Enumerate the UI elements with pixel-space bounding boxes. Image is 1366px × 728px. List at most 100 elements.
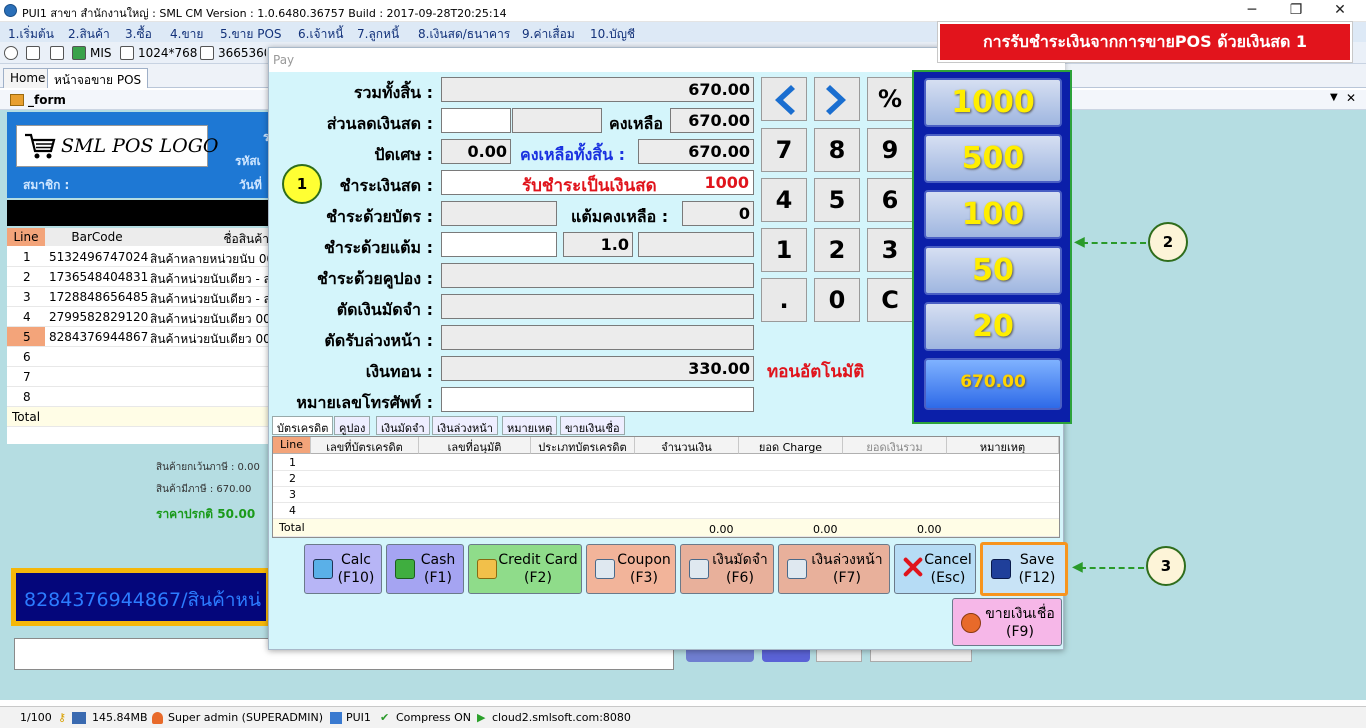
save-button[interactable]: Save (F12) [980, 542, 1068, 596]
grid-row[interactable]: 3 [273, 487, 1059, 503]
arrow-head-icon: ◀ [1072, 559, 1083, 575]
document-icon[interactable] [200, 46, 214, 60]
keypad-dot[interactable]: . [761, 278, 807, 322]
mis-label[interactable]: MIS [90, 46, 112, 60]
deposit-button[interactable]: เงินมัดจำ (F6) [680, 544, 774, 594]
keypad-4[interactable]: 4 [761, 178, 807, 222]
calculator-icon[interactable] [50, 46, 64, 60]
keypad-8[interactable]: 8 [814, 128, 860, 172]
grid-header-total: ยอดเงินรวม [843, 437, 947, 454]
keypad-right-arrow[interactable] [814, 77, 860, 121]
ticker-text: 8284376944867/สินค้าหน่ [16, 573, 266, 621]
tab-credit-sale[interactable]: ขายเงินเชื่อ [560, 416, 625, 435]
tab-home[interactable]: Home [3, 68, 53, 88]
coupon-payment-label: ชำระด้วยคูปอง : [316, 269, 433, 288]
credit-card-button[interactable]: Credit Card (F2) [468, 544, 582, 594]
table-row[interactable]: 4 2799582829120 สินค้าหน่วยนับเดียว 001 [7, 307, 269, 327]
clock-icon[interactable] [4, 46, 18, 60]
credit-sale-button[interactable]: ขายเงินเชื่อ (F9) [952, 598, 1062, 646]
card-payment-field [441, 201, 557, 226]
save-button-key: (F12) [1018, 570, 1056, 586]
tab-deposit[interactable]: เงินมัดจำ [376, 416, 430, 435]
advance-button-label: เงินล่วงหน้า [811, 552, 883, 568]
close-button[interactable]: ✕ [1318, 0, 1362, 22]
cash-button[interactable]: Cash (F1) [386, 544, 464, 594]
exact-amount-button[interactable]: 670.00 [924, 358, 1062, 410]
calc-button-key: (F10) [337, 570, 375, 586]
cash-button-label: Cash [420, 552, 456, 568]
row-line: 6 [23, 350, 31, 364]
form-dropdown-icon[interactable]: ▼ [1330, 92, 1338, 103]
rounding-label: ปัดเศษ : [374, 145, 433, 164]
note-50-button[interactable]: 50 [924, 246, 1062, 295]
keypad-6[interactable]: 6 [867, 178, 913, 222]
status-branch: PUI1 [346, 711, 371, 724]
keypad-left-arrow[interactable] [761, 77, 807, 121]
grid-row[interactable]: 4 [273, 503, 1059, 519]
calc-button[interactable]: Calc (F10) [304, 544, 382, 594]
keypad-5[interactable]: 5 [814, 178, 860, 222]
grid-header-card-type: ประเภทบัตรเครดิต [531, 437, 635, 454]
advance-button[interactable]: เงินล่วงหน้า (F7) [778, 544, 890, 594]
grid-total-charge: 0.00 [813, 523, 838, 536]
form-close-icon[interactable]: ✕ [1346, 91, 1356, 105]
keypad-2[interactable]: 2 [814, 228, 860, 272]
coupon-button[interactable]: Coupon (F3) [586, 544, 676, 594]
picture-icon[interactable] [120, 46, 134, 60]
deposit-button-label: เงินมัดจำ [712, 552, 768, 568]
table-row[interactable]: 6 [7, 347, 269, 367]
change-label: เงินทอน : [365, 362, 433, 381]
keypad-1[interactable]: 1 [761, 228, 807, 272]
points-left-field: 0 [682, 201, 754, 226]
note-1000-button[interactable]: 1000 [924, 78, 1062, 127]
grid-header-remark: หมายเหตุ [947, 437, 1059, 454]
mis-icon[interactable] [72, 46, 86, 60]
resolution-label[interactable]: 1024*768 [138, 46, 197, 60]
table-row[interactable]: 8 [7, 387, 269, 407]
status-memory: 145.84MB [92, 711, 148, 724]
table-row[interactable]: 7 [7, 367, 269, 387]
grid-row[interactable]: 1 [273, 455, 1059, 471]
credit-card-button-label: Credit Card [498, 552, 578, 568]
total-field: 670.00 [441, 77, 754, 102]
branch-icon [330, 712, 342, 724]
keypad-clear[interactable]: C [867, 278, 913, 322]
hidden-button [816, 648, 862, 662]
window-icon[interactable] [26, 46, 40, 60]
points-input[interactable] [441, 232, 557, 257]
table-row[interactable]: 1 5132496747024 สินค้าหลายหน่วยนับ 001 [7, 247, 269, 267]
cash-input[interactable]: รับชำระเป็นเงินสด 1000 [441, 170, 754, 195]
remain-label: คงเหลือ : [609, 114, 675, 133]
note-100-button[interactable]: 100 [924, 190, 1062, 239]
tab-credit-card[interactable]: บัตรเครดิต [272, 416, 334, 435]
table-row[interactable]: 3 1728848656485 สินค้าหน่วยนับเดียว - สะ [7, 287, 269, 307]
row-line: 4 [23, 310, 31, 324]
keypad-3[interactable]: 3 [867, 228, 913, 272]
tab-pos[interactable]: หน้าจอขาย POS [47, 68, 149, 88]
callout-number-2: 2 [1148, 222, 1188, 262]
keypad-9[interactable]: 9 [867, 128, 913, 172]
row-line: 2 [23, 270, 31, 284]
callout-2-arrow [1082, 242, 1146, 244]
table-row-selected[interactable]: 5 8284376944867 สินค้าหน่วยนับเดียว 002 [7, 327, 269, 347]
note-500-button[interactable]: 500 [924, 134, 1062, 183]
keypad-percent[interactable]: % [867, 77, 913, 121]
phone-input[interactable] [441, 387, 754, 412]
keypad-7[interactable]: 7 [761, 128, 807, 172]
note-20-button[interactable]: 20 [924, 302, 1062, 351]
tab-coupon[interactable]: คูปอง [334, 416, 371, 435]
tab-advance[interactable]: เงินล่วงหน้า [432, 416, 498, 435]
status-server: cloud2.smlsoft.com:8080 [492, 711, 631, 724]
grid-row[interactable]: 2 [273, 471, 1059, 487]
maximize-button[interactable]: ❐ [1274, 0, 1318, 22]
tab-note[interactable]: หมายเหตุ [502, 416, 558, 435]
points-rate-field: 1.0 [563, 232, 633, 257]
cash-payment-label: ชำระเงินสด : [339, 176, 433, 195]
row-line: 5 [23, 330, 31, 344]
cancel-button[interactable]: Cancel (Esc) [894, 544, 976, 594]
discount-input[interactable] [441, 108, 511, 133]
minimize-button[interactable]: ─ [1230, 0, 1274, 22]
keypad-0[interactable]: 0 [814, 278, 860, 322]
table-row[interactable]: 2 1736548404831 สินค้าหน่วยนับเดียว - สะ [7, 267, 269, 287]
cancel-x-icon [903, 557, 923, 577]
